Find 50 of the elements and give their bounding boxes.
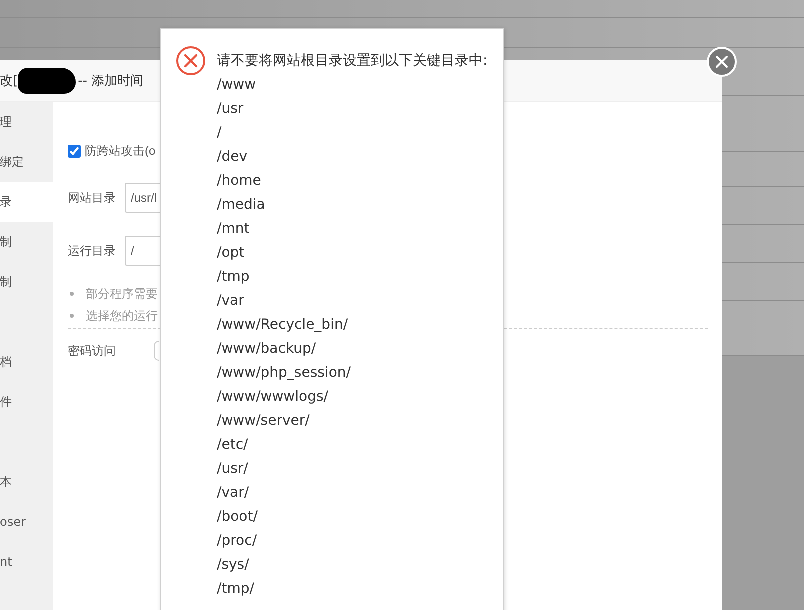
sidebar-item[interactable]: 录 [0, 182, 53, 222]
directory-path: /home [217, 172, 262, 191]
sidebar-item[interactable]: 档 [0, 342, 53, 382]
sidebar-item[interactable]: 件 [0, 382, 53, 422]
directory-path: /sys/ [217, 556, 250, 575]
directory-path: /www [217, 76, 258, 95]
directory-path: /www/server/ [217, 412, 311, 431]
redaction-mark [18, 68, 76, 94]
directory-path: /dev [217, 148, 249, 167]
directory-path: /boot/ [217, 508, 259, 527]
directory-path: /www/php_session/ [217, 364, 352, 383]
directory-path: /var [217, 292, 246, 311]
sidebar-item[interactable]: nt [0, 542, 53, 582]
directory-path: /tmp/ [217, 580, 256, 599]
note-text: 选择您的运行 [86, 308, 158, 324]
sidebar-item[interactable]: 绑定 [0, 142, 53, 182]
directory-path: /mnt [217, 220, 251, 239]
sidebar-item[interactable]: oser [0, 502, 53, 542]
directory-path: /opt [217, 244, 246, 263]
note-text: 部分程序需要 [86, 286, 158, 302]
directory-path: /www/backup/ [217, 340, 318, 359]
directory-path: /usr/ [217, 460, 250, 479]
directory-path: /proc/ [217, 532, 258, 551]
directory-path: /www/Recycle_bin/ [217, 316, 350, 335]
dialog-title: 改[ [0, 72, 18, 90]
bullet-dot [70, 292, 74, 296]
sidebar-item[interactable]: 制 [0, 262, 53, 302]
field-label: 网站目录 [68, 190, 117, 206]
toggle-switch[interactable] [154, 341, 159, 361]
sidebar-item[interactable]: 理 [0, 102, 53, 142]
directory-path: /etc/ [217, 436, 250, 455]
input-field[interactable]: /usr/l [125, 183, 160, 213]
sidebar-item[interactable]: 制 [0, 222, 53, 262]
directory-path: /media [217, 196, 266, 215]
directory-path: /usr [217, 100, 245, 119]
directory-path: / [217, 124, 223, 143]
error-icon [176, 46, 206, 76]
directory-path: /www/wwwlogs/ [217, 388, 330, 407]
sidebar-item[interactable]: 本 [0, 462, 53, 502]
checkbox-label: 防跨站攻击(o [85, 142, 156, 160]
alert-message: 请不要将网站根目录设置到以下关键目录中: [217, 52, 488, 71]
close-icon [715, 55, 729, 69]
checkbox[interactable] [68, 144, 81, 158]
field-label: 运行目录 [68, 242, 117, 260]
input-field[interactable]: / [125, 236, 160, 266]
directory-path: /tmp [217, 268, 251, 287]
bullet-dot [70, 314, 74, 318]
directory-path: /var/ [217, 484, 250, 503]
dialog-title: -- 添加时间 [78, 72, 144, 90]
field-label: 密码访问 [68, 342, 117, 360]
